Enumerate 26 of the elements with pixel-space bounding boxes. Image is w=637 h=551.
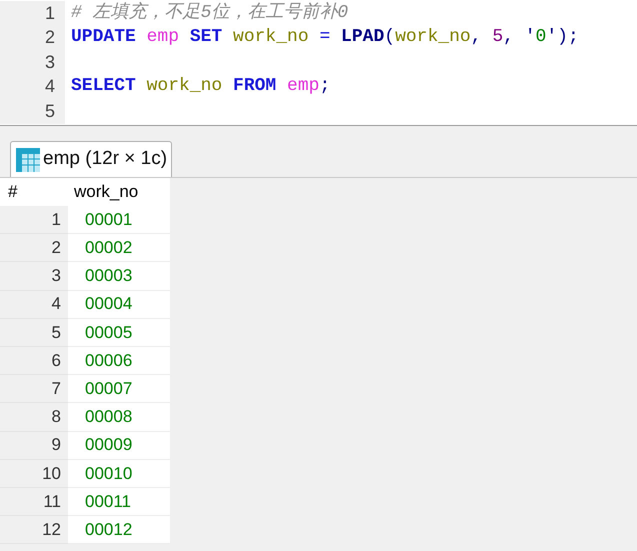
line-number: 2 [0, 26, 65, 50]
code-line: SELECT work_no FROM emp; [70, 75, 330, 98]
table-cell[interactable]: 00003 [68, 262, 170, 291]
code-editor[interactable]: 1 # 左填充，不足5位，在工号前补0 2 UPDATE emp SET work_no = LPAD(work_no, 5, '0'); 3 4 SELECT work_no FROM emp; 5 [0, 0, 637, 126]
table-cell[interactable]: 00001 [68, 206, 170, 234]
line-number: 4 [0, 74, 65, 99]
table-cell[interactable]: 00002 [68, 234, 170, 262]
line-number: 3 [0, 50, 65, 74]
column-header[interactable]: # [0, 178, 68, 206]
table-cell[interactable]: 00004 [68, 290, 170, 319]
table-cell[interactable]: 00007 [68, 375, 170, 404]
table-cell[interactable]: 00011 [68, 488, 170, 516]
table-cell[interactable]: 00006 [68, 346, 170, 376]
table-cell[interactable]: 00008 [68, 403, 170, 432]
table-cell[interactable]: 00012 [68, 516, 170, 544]
code-line: UPDATE emp SET work_no = LPAD(work_no, 5, '0'); [70, 26, 579, 50]
result-tab[interactable]: emp (12r × 1c) [10, 141, 172, 177]
tab-label: emp (12r × 1c) [43, 147, 168, 172]
table-icon [15, 146, 41, 172]
table-cell[interactable]: 00010 [68, 460, 170, 488]
table-cell[interactable]: 00005 [68, 318, 170, 347]
line-number: 5 [0, 99, 65, 124]
column-header[interactable]: work_no [68, 178, 170, 206]
line-number: 1 [0, 1, 65, 26]
table-cell[interactable]: 00009 [68, 432, 170, 460]
code-line: # 左填充，不足5位，在工号前补0 [70, 1, 348, 25]
